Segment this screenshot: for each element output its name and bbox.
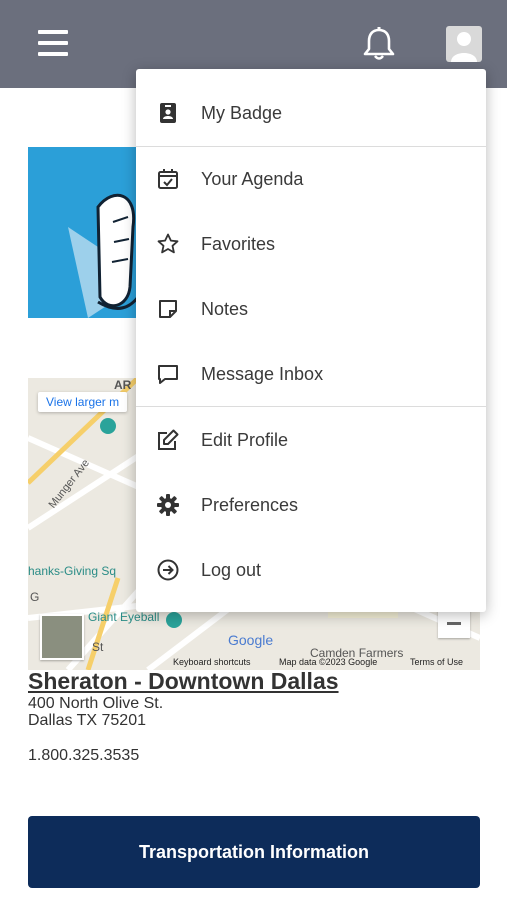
map-place-label: hanks-Giving Sq <box>28 564 117 578</box>
zoom-out-button[interactable] <box>438 608 470 638</box>
transportation-info-button[interactable]: Transportation Information <box>28 816 480 888</box>
hamburger-icon[interactable] <box>38 30 68 56</box>
menu-item-label: Edit Profile <box>201 430 289 450</box>
message-icon <box>156 362 180 386</box>
calendar-check-icon <box>156 167 180 191</box>
menu-item-log-out[interactable]: Log out <box>136 540 486 600</box>
map-street-label: G <box>30 590 40 604</box>
menu-item-notes[interactable]: Notes <box>136 279 486 339</box>
menu-item-label: Message Inbox <box>201 364 324 384</box>
map-place-label: Giant Eyeball <box>88 610 160 624</box>
keyboard-shortcuts-link[interactable]: Keyboard shortcuts <box>173 657 251 667</box>
map-data-text: Map data ©2023 Google <box>279 657 378 667</box>
edit-icon <box>156 428 180 452</box>
view-larger-map-link[interactable]: View larger m <box>38 392 128 412</box>
address-line-1: 400 North Olive St. <box>28 695 164 712</box>
badge-icon <box>156 101 180 125</box>
user-avatar-icon[interactable] <box>446 26 482 62</box>
note-icon <box>156 297 180 321</box>
menu-item-your-agenda[interactable]: Your Agenda <box>136 149 486 209</box>
menu-item-label: Log out <box>201 560 262 580</box>
menu-item-favorites[interactable]: Favorites <box>136 214 486 274</box>
terms-of-use-link[interactable]: Terms of Use <box>410 657 463 667</box>
logout-icon <box>156 558 180 582</box>
hotel-name-link[interactable]: Sheraton - Downtown Dallas <box>28 668 339 695</box>
menu-item-my-badge[interactable]: My Badge <box>136 83 486 143</box>
menu-divider <box>136 406 486 407</box>
menu-item-edit-profile[interactable]: Edit Profile <box>136 410 486 470</box>
menu-item-label: Preferences <box>201 495 299 515</box>
menu-item-message-inbox[interactable]: Message Inbox <box>136 344 486 404</box>
menu-item-label: My Badge <box>201 103 283 123</box>
menu-item-preferences[interactable]: Preferences <box>136 475 486 535</box>
menu-divider <box>136 146 486 147</box>
gear-icon <box>156 493 180 517</box>
bell-icon[interactable] <box>362 26 396 62</box>
hotel-phone: 1.800.325.3535 <box>28 747 140 764</box>
satellite-toggle[interactable] <box>40 614 84 660</box>
menu-item-label: Your Agenda <box>201 169 304 189</box>
menu-item-label: Notes <box>201 299 249 319</box>
star-icon <box>156 232 180 256</box>
user-dropdown-menu: My Badge Your Agenda Favorites Notes Mes… <box>136 69 486 612</box>
map-street-label: AR <box>114 378 132 392</box>
map-street-label: St <box>92 640 104 654</box>
address-line-2: Dallas TX 75201 <box>28 712 146 729</box>
menu-item-label: Favorites <box>201 234 276 254</box>
google-logo: Google <box>228 632 274 648</box>
